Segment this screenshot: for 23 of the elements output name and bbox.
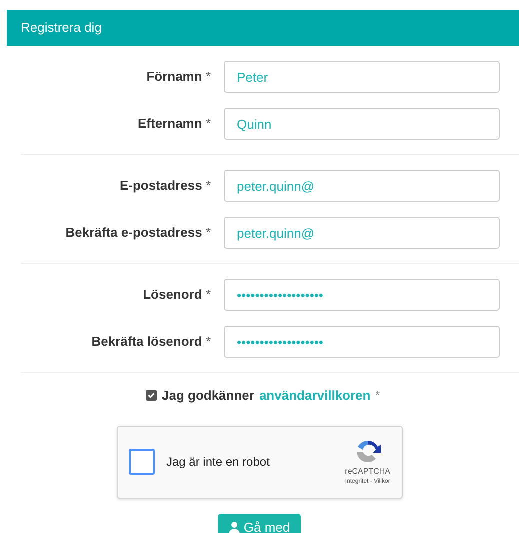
captcha-label: Jag är inte en robot xyxy=(166,454,271,471)
check-icon xyxy=(146,391,156,400)
field-label: E-postadress * xyxy=(120,178,211,193)
field-label: Bekräfta lösenord * xyxy=(92,334,211,349)
terms-link[interactable]: användarvillkoren xyxy=(259,386,371,406)
captcha-brand: reCAPTCHA xyxy=(345,466,390,478)
user-icon xyxy=(228,522,240,533)
terms-checkbox[interactable] xyxy=(146,390,157,402)
input-field[interactable]: ••••••••••••••••••• xyxy=(224,279,500,311)
captcha-checkbox[interactable] xyxy=(128,449,154,475)
input-field[interactable]: peter.quinn@ xyxy=(224,170,500,202)
terms-label: Jag godkänner xyxy=(162,387,254,405)
input-field[interactable]: Peter xyxy=(224,61,500,93)
field-label: Förnamn * xyxy=(146,69,211,84)
field-label: Lösenord * xyxy=(143,287,211,302)
field-label: Bekräfta e-postadress * xyxy=(66,225,211,240)
input-field[interactable]: peter.quinn@ xyxy=(224,217,500,249)
join-button[interactable]: Gå med xyxy=(218,514,302,533)
input-field[interactable]: Quinn xyxy=(224,108,500,140)
required-mark: * xyxy=(376,388,380,404)
field-label: Efternamn * xyxy=(138,116,211,131)
input-field[interactable]: ••••••••••••••••••• xyxy=(224,326,500,358)
panel-title: Registrera dig xyxy=(21,19,102,38)
